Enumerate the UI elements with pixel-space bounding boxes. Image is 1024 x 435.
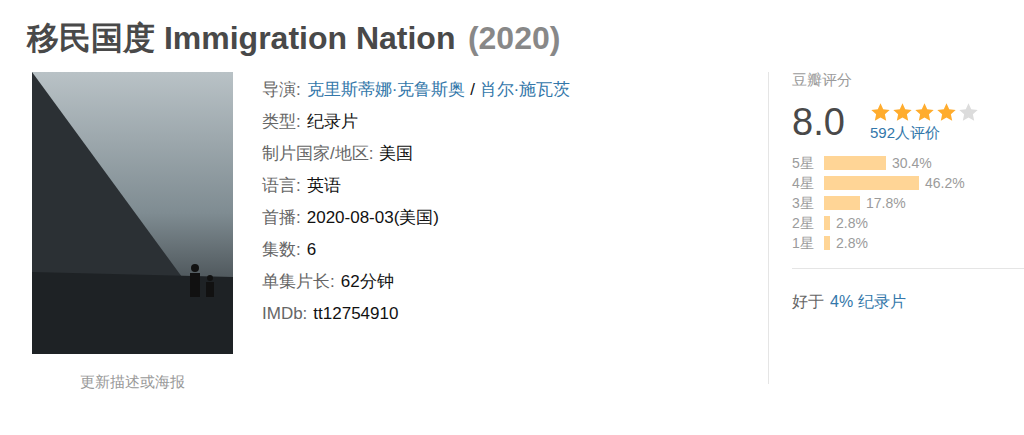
year: (2020) — [468, 20, 561, 56]
bar-track — [824, 236, 830, 250]
bar-percent: 2.8% — [836, 213, 868, 234]
info-label: 单集片长: — [262, 270, 335, 294]
star-row — [870, 102, 979, 123]
bar-fill — [824, 156, 886, 170]
bar-label: 2星 — [792, 213, 824, 234]
divider — [792, 268, 1024, 269]
rating-label: 豆瓣评分 — [792, 70, 1024, 90]
star-icon — [958, 102, 979, 123]
info-list: 导演:克里斯蒂娜·克鲁斯奥 / 肖尔·施瓦茨类型:纪录片制片国家/地区:美国语言… — [262, 72, 742, 392]
info-label: IMDb: — [262, 302, 307, 326]
info-link[interactable]: 克里斯蒂娜·克鲁斯奥 — [307, 78, 466, 102]
bar-percent: 30.4% — [892, 153, 932, 174]
star-icon — [870, 102, 891, 123]
better-prefix: 好于 — [792, 293, 824, 310]
bar-label: 3星 — [792, 193, 824, 214]
info-value: 6 — [307, 238, 316, 262]
poster-column: 更新描述或海报 — [32, 72, 233, 392]
info-value: 美国 — [379, 142, 413, 166]
star-icon — [914, 102, 935, 123]
better-link[interactable]: 4% 纪录片 — [830, 293, 906, 310]
bar-fill — [824, 196, 860, 210]
rating-count[interactable]: 592人评价 — [870, 123, 979, 143]
bar-track — [824, 176, 919, 190]
better-than: 好于 4% 纪录片 — [792, 291, 1024, 313]
bar-percent: 46.2% — [925, 173, 965, 194]
bar-label: 1星 — [792, 233, 824, 254]
page: 移民国度 Immigration Nation (2020) 更新描述或海报 导… — [0, 0, 1024, 435]
info-value: tt12754910 — [313, 302, 398, 326]
rating-bar-row: 3星 17.8% — [792, 194, 1024, 212]
bar-percent: 2.8% — [836, 233, 868, 254]
info-value: 62分钟 — [341, 270, 394, 294]
info-row: 制片国家/地区:美国 — [262, 138, 742, 170]
bar-track — [824, 196, 860, 210]
info-row: 集数:6 — [262, 234, 742, 266]
info-row: 语言:英语 — [262, 170, 742, 202]
info-value: 英语 — [307, 174, 341, 198]
info-row: 类型:纪录片 — [262, 106, 742, 138]
info-value: 纪录片 — [307, 110, 358, 134]
info-row: IMDb:tt12754910 — [262, 298, 742, 330]
bar-track — [824, 216, 830, 230]
title: 移民国度 Immigration Nation — [27, 20, 455, 56]
title-bar: 移民国度 Immigration Nation (2020) — [0, 0, 1024, 72]
info-value: 2020-08-03(美国) — [307, 206, 439, 230]
info-label: 类型: — [262, 110, 301, 134]
rating-bar-row: 2星 2.8% — [792, 214, 1024, 232]
rating-bar-row: 1星 2.8% — [792, 234, 1024, 252]
info-label: 首播: — [262, 206, 301, 230]
rating-panel: 豆瓣评分 8.0 592人评价 5星30.4%4星46.2%3星17.8%2星2… — [768, 72, 1024, 384]
bar-fill — [824, 236, 830, 250]
poster[interactable] — [32, 72, 233, 354]
poster-caption[interactable]: 更新描述或海报 — [80, 372, 185, 392]
bar-label: 5星 — [792, 153, 824, 174]
info-label: 制片国家/地区: — [262, 142, 373, 166]
info-row: 导演:克里斯蒂娜·克鲁斯奥 / 肖尔·施瓦茨 — [262, 74, 742, 106]
bar-fill — [824, 216, 830, 230]
info-value: / — [465, 78, 479, 102]
info-link[interactable]: 肖尔·施瓦茨 — [480, 78, 571, 102]
info-row: 首播:2020-08-03(美国) — [262, 202, 742, 234]
bar-track — [824, 156, 886, 170]
score: 8.0 — [792, 100, 870, 144]
rating-bar-row: 5星 30.4% — [792, 154, 1024, 172]
info-label: 语言: — [262, 174, 301, 198]
info-label: 导演: — [262, 78, 301, 102]
bar-percent: 17.8% — [866, 193, 906, 214]
bar-fill — [824, 176, 919, 190]
poster-picture-icon — [32, 72, 233, 354]
score-row: 8.0 592人评价 — [792, 100, 1024, 144]
rating-bars: 5星 30.4% 4星 46.2% 3星 17.8% 2星 2.8% 1星 2.8% — [792, 154, 1024, 252]
bar-label: 4星 — [792, 173, 824, 194]
star-icon — [892, 102, 913, 123]
rating-bar-row: 4星 46.2% — [792, 174, 1024, 192]
stars-and-count: 592人评价 — [870, 102, 979, 143]
star-icon — [936, 102, 957, 123]
info-row: 单集片长:62分钟 — [262, 266, 742, 298]
content: 更新描述或海报 导演:克里斯蒂娜·克鲁斯奥 / 肖尔·施瓦茨类型:纪录片制片国家… — [0, 72, 1024, 392]
info-label: 集数: — [262, 238, 301, 262]
